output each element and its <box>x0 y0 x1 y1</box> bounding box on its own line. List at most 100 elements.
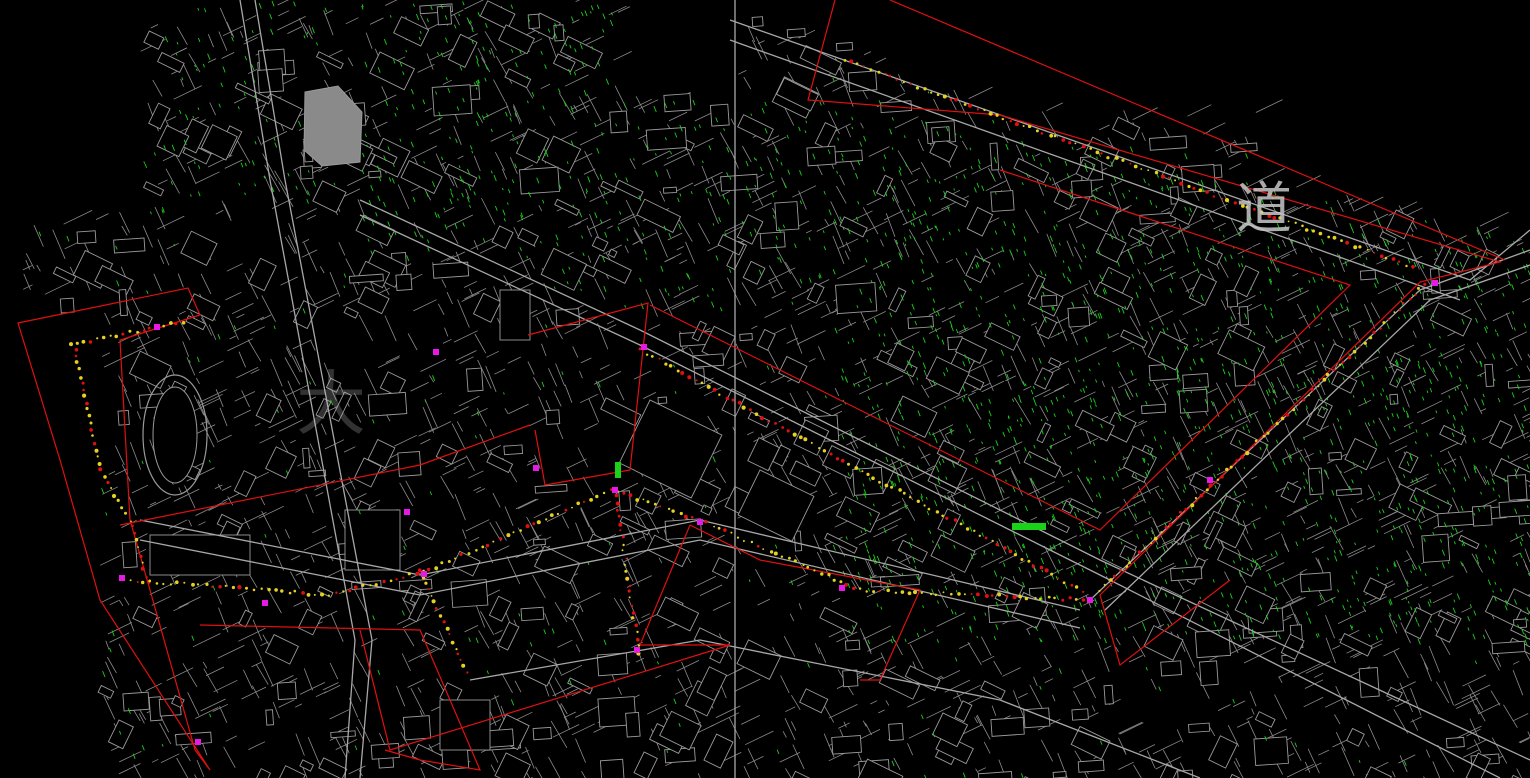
survey-point <box>1184 507 1188 511</box>
building-block <box>553 24 565 42</box>
survey-point <box>361 583 365 587</box>
survey-point <box>1235 459 1239 463</box>
building-block <box>1299 572 1332 593</box>
survey-point <box>1233 201 1237 205</box>
survey-point <box>945 516 949 520</box>
building-block <box>1077 759 1105 773</box>
survey-point <box>1340 239 1343 243</box>
survey-point <box>1353 245 1358 250</box>
survey-point <box>109 334 112 337</box>
survey-point <box>224 584 227 588</box>
survey-point <box>942 591 945 594</box>
survey-point <box>1198 188 1203 193</box>
survey-point <box>780 555 784 558</box>
survey-point <box>1168 522 1173 527</box>
survey-point <box>798 435 803 440</box>
survey-point <box>1114 156 1119 160</box>
survey-point <box>582 500 586 503</box>
survey-point <box>456 652 460 656</box>
survey-point <box>941 514 944 518</box>
survey-point <box>997 592 1002 597</box>
building-block <box>1199 660 1219 687</box>
survey-point <box>301 591 305 595</box>
survey-point <box>963 593 966 596</box>
building-block <box>609 626 628 636</box>
survey-point <box>1332 368 1336 372</box>
survey-point <box>827 573 831 577</box>
magenta-marker <box>154 324 160 330</box>
survey-point <box>1129 162 1132 165</box>
survey-point <box>532 522 536 526</box>
cad-drawing-viewport[interactable]: 道 大 <box>0 0 1530 778</box>
survey-point <box>1373 252 1376 254</box>
survey-point <box>622 491 626 495</box>
survey-point <box>1358 345 1361 348</box>
survey-point <box>85 401 89 406</box>
building-block <box>664 518 703 540</box>
survey-point <box>749 408 752 412</box>
survey-point <box>852 586 856 591</box>
building-block <box>847 70 878 93</box>
survey-point <box>89 421 93 425</box>
building-block <box>121 541 138 569</box>
building-block <box>1336 488 1362 497</box>
survey-point <box>1133 164 1138 169</box>
survey-point <box>525 524 530 529</box>
survey-point <box>96 337 99 340</box>
survey-point <box>96 455 99 458</box>
survey-point <box>916 499 920 503</box>
survey-point <box>731 398 735 402</box>
survey-point <box>935 510 940 514</box>
survey-point <box>1053 134 1057 138</box>
survey-point <box>293 589 297 593</box>
survey-point <box>492 540 495 543</box>
cad-map-canvas[interactable] <box>0 0 1530 778</box>
survey-point <box>461 663 466 668</box>
building-block <box>835 42 854 52</box>
survey-point <box>1240 455 1244 459</box>
survey-point <box>440 561 444 565</box>
survey-point <box>1047 595 1051 599</box>
survey-point <box>750 540 754 544</box>
magenta-marker <box>421 571 427 577</box>
survey-point <box>634 623 638 628</box>
survey-point <box>395 578 398 581</box>
survey-point <box>1280 416 1285 421</box>
survey-point <box>1125 565 1129 568</box>
survey-point <box>1253 207 1256 211</box>
survey-point <box>619 529 622 532</box>
survey-point <box>963 103 967 106</box>
survey-point <box>1205 488 1209 492</box>
survey-point <box>671 509 675 513</box>
survey-point <box>683 514 688 519</box>
survey-point <box>589 498 593 502</box>
survey-point <box>878 590 881 593</box>
survey-point <box>1049 133 1054 138</box>
building-block <box>1160 660 1183 677</box>
survey-point <box>976 592 980 597</box>
survey-point <box>858 587 862 590</box>
survey-point <box>1205 190 1209 194</box>
survey-point <box>1003 546 1007 550</box>
survey-point <box>1062 581 1066 585</box>
survey-point <box>389 579 393 583</box>
survey-point <box>74 354 78 358</box>
survey-point <box>1272 216 1277 220</box>
survey-point <box>313 593 316 596</box>
survey-point <box>129 579 132 582</box>
survey-point <box>1098 589 1101 593</box>
survey-point <box>1031 564 1036 568</box>
survey-point <box>668 364 673 368</box>
building-block <box>835 282 878 315</box>
survey-point <box>369 584 372 587</box>
survey-point <box>1119 569 1122 572</box>
survey-point <box>637 644 641 647</box>
survey-point <box>1034 596 1037 600</box>
survey-point <box>1013 553 1018 557</box>
survey-point <box>1387 318 1390 321</box>
survey-point <box>642 498 645 501</box>
survey-point <box>1113 574 1116 578</box>
survey-point <box>1266 431 1270 435</box>
survey-point <box>1409 297 1412 301</box>
survey-point <box>426 567 431 572</box>
